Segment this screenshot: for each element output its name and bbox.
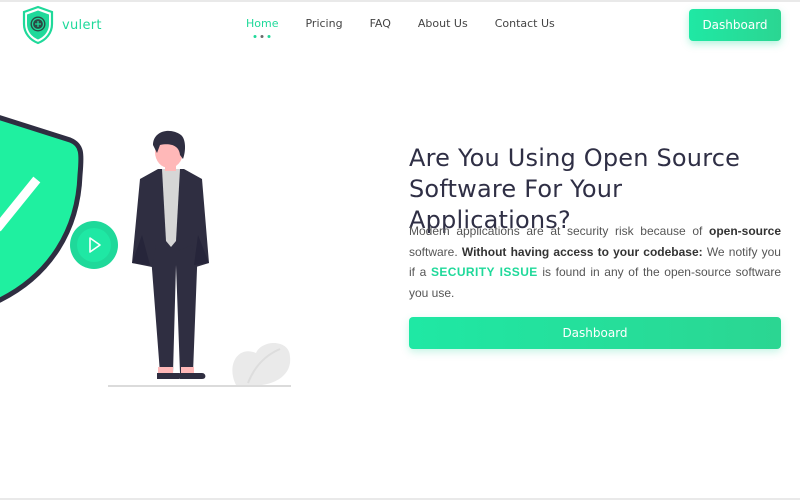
active-indicator bbox=[253, 35, 271, 38]
main-nav: Home Pricing FAQ About Us Contact Us bbox=[232, 17, 582, 38]
plant-decoration bbox=[232, 342, 291, 385]
nav-faq[interactable]: FAQ bbox=[370, 17, 391, 30]
nav-home[interactable]: Home bbox=[246, 17, 279, 38]
person-figure bbox=[132, 130, 209, 379]
shield-logo-icon bbox=[22, 5, 54, 45]
play-icon[interactable] bbox=[70, 221, 118, 269]
logo-text: vulert bbox=[62, 17, 102, 33]
header-dashboard-button[interactable]: Dashboard bbox=[689, 9, 781, 41]
hero-illustration bbox=[0, 115, 291, 387]
nav-about-us[interactable]: About Us bbox=[418, 17, 468, 30]
shield-icon bbox=[0, 115, 84, 303]
nav-home-label: Home bbox=[246, 17, 279, 30]
hero-dashboard-button[interactable]: Dashboard bbox=[409, 317, 781, 349]
desc-text-1: Modern applications are at security risk… bbox=[409, 224, 709, 238]
nav-contact-us[interactable]: Contact Us bbox=[495, 17, 555, 30]
desc-text-2: software. bbox=[409, 244, 462, 259]
desc-bold-codebase: Without having access to your codebase: bbox=[461, 244, 703, 259]
hero-title-line1: Are You Using Open Source bbox=[409, 144, 741, 172]
hero-description: Modern applications are at security risk… bbox=[409, 221, 781, 303]
desc-bold-open-source: open-source bbox=[708, 224, 781, 238]
nav-pricing[interactable]: Pricing bbox=[305, 17, 342, 30]
top-border bbox=[0, 0, 800, 2]
security-issue-highlight: SECURITY ISSUE bbox=[430, 265, 538, 279]
brand-logo[interactable]: vulert bbox=[20, 5, 102, 45]
